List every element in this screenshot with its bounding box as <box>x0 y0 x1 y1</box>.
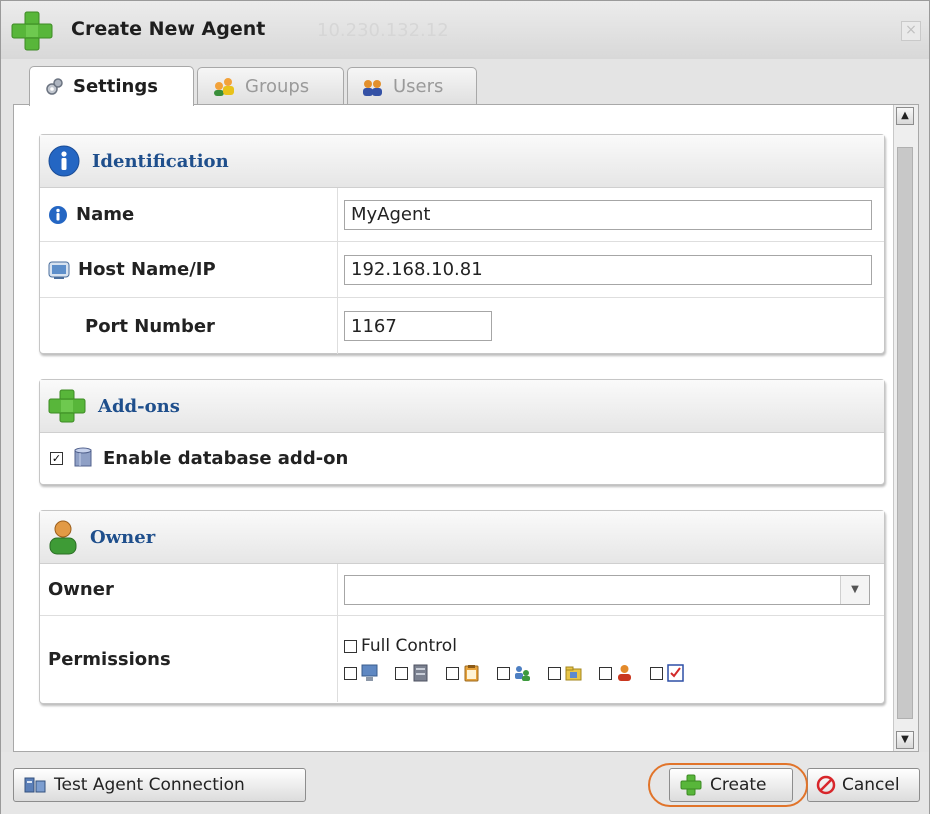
permission-checkbox[interactable] <box>344 666 357 680</box>
user-icon <box>618 665 631 681</box>
groups-icon <box>214 77 234 96</box>
permissions-value-cell: Full Control <box>338 616 884 702</box>
full-control-checkbox[interactable] <box>344 639 357 653</box>
full-control-label: Full Control <box>361 636 457 656</box>
full-control-option[interactable]: Full Control <box>344 636 457 656</box>
port-label-cell: Port Number <box>40 298 338 354</box>
permission-checkbox[interactable] <box>548 666 561 680</box>
permission-checkbox[interactable] <box>650 666 663 680</box>
database-addon-checkbox[interactable]: ✓ <box>50 451 63 465</box>
cancel-button[interactable]: Cancel <box>807 768 920 802</box>
test-agent-connection-button[interactable]: Test Agent Connection <box>13 768 306 802</box>
dialog-footer: Test Agent Connection Create Cancel <box>1 752 929 814</box>
database-icon <box>74 447 92 467</box>
host-label-cell: Host Name/IP <box>40 242 338 297</box>
create-agent-dialog: Create New Agent 10.230.132.12 × Setting… <box>0 0 930 814</box>
permissions-label: Permissions <box>48 648 171 670</box>
settings-content: Identification Name MyAgent Host Name/IP… <box>13 104 919 752</box>
owner-row: Owner ▼ <box>40 564 884 616</box>
scroll-up-icon[interactable]: ▲ <box>896 107 914 125</box>
cancel-icon <box>816 775 836 795</box>
scroll-down-icon[interactable]: ▼ <box>896 731 914 749</box>
permission-icons <box>344 664 694 682</box>
host-value-cell: 192.168.10.81 <box>338 242 884 297</box>
port-row: Port Number 1167 <box>40 298 884 354</box>
users-icon <box>363 79 382 96</box>
addons-header: Add-ons <box>40 380 884 433</box>
name-row: Name MyAgent <box>40 188 884 242</box>
tab-groups[interactable]: Groups <box>197 67 344 105</box>
info-icon <box>48 145 80 177</box>
permission-checkbox[interactable] <box>497 666 510 680</box>
name-input[interactable]: MyAgent <box>344 199 872 230</box>
tab-settings[interactable]: Settings <box>29 66 194 106</box>
permission-checkbox[interactable] <box>395 666 408 680</box>
tab-users[interactable]: Users <box>347 67 477 105</box>
plus-icon <box>680 774 702 796</box>
permissions-row: Permissions Full Control <box>40 616 884 702</box>
host-row: Host Name/IP 192.168.10.81 <box>40 242 884 298</box>
dialog-titlebar[interactable]: Create New Agent 10.230.132.12 × <box>1 1 929 59</box>
identification-title: Identification <box>92 150 229 172</box>
owner-title: Owner <box>90 526 156 548</box>
owner-panel: Owner Owner ▼ Permissions Full Control <box>39 510 885 704</box>
tab-bar: Settings Groups Users <box>13 59 919 106</box>
clipboard-icon <box>464 665 479 682</box>
permissions-label-cell: Permissions <box>40 616 338 702</box>
tab-groups-label: Groups <box>245 76 310 97</box>
create-button[interactable]: Create <box>669 768 793 802</box>
dialog-title-address: 10.230.132.12 <box>317 20 449 41</box>
server-icon <box>413 664 428 682</box>
plus-icon <box>11 11 53 51</box>
host-icon <box>48 261 70 279</box>
gears-icon <box>46 77 63 95</box>
owner-user-icon <box>49 520 77 555</box>
computer-icon <box>361 664 378 681</box>
permission-checkbox[interactable] <box>599 666 612 680</box>
permission-computer[interactable] <box>344 664 378 682</box>
network-users-icon <box>515 666 530 681</box>
test-agent-connection-label: Test Agent Connection <box>54 775 245 795</box>
create-label: Create <box>710 775 767 795</box>
checklist-icon <box>667 664 684 682</box>
permission-folder[interactable] <box>548 664 582 682</box>
dialog-title: Create New Agent <box>71 18 266 40</box>
name-label: Name <box>76 204 135 225</box>
host-label: Host Name/IP <box>78 259 216 280</box>
chevron-down-icon[interactable]: ▼ <box>840 575 869 604</box>
test-connection-icon <box>24 777 46 793</box>
owner-value-cell: ▼ <box>338 564 884 615</box>
plus-icon <box>48 389 86 423</box>
database-addon-row: ✓ Enable database add-on <box>40 433 884 483</box>
tab-users-label: Users <box>393 76 444 97</box>
owner-label-cell: Owner <box>40 564 338 615</box>
tab-settings-label: Settings <box>73 76 158 97</box>
identification-header: Identification <box>40 135 884 188</box>
cancel-label: Cancel <box>842 775 900 795</box>
port-label: Port Number <box>85 315 215 337</box>
close-icon[interactable]: × <box>901 21 921 41</box>
addons-panel: Add-ons ✓ Enable database add-on <box>39 379 885 485</box>
port-value-cell: 1167 <box>338 298 884 354</box>
permission-network-users[interactable] <box>497 664 531 682</box>
permission-server[interactable] <box>395 664 429 682</box>
info-small-icon <box>49 205 67 224</box>
folder-icon <box>565 666 582 681</box>
permission-user[interactable] <box>599 664 633 682</box>
identification-panel: Identification Name MyAgent Host Name/IP… <box>39 134 885 354</box>
host-input[interactable]: 192.168.10.81 <box>344 254 872 285</box>
permission-checklist[interactable] <box>650 664 684 682</box>
name-label-cell: Name <box>40 188 338 241</box>
owner-label: Owner <box>48 579 114 600</box>
addons-title: Add-ons <box>98 395 180 417</box>
database-addon-label: Enable database add-on <box>103 447 349 469</box>
vertical-scrollbar[interactable]: ▲ ▼ <box>893 105 918 751</box>
owner-select[interactable]: ▼ <box>344 574 870 605</box>
name-value-cell: MyAgent <box>338 188 884 241</box>
permission-checkbox[interactable] <box>446 666 459 680</box>
port-input[interactable]: 1167 <box>344 311 492 341</box>
permission-clipboard[interactable] <box>446 664 480 682</box>
scroll-thumb[interactable] <box>897 147 913 719</box>
owner-header: Owner <box>40 511 884 564</box>
